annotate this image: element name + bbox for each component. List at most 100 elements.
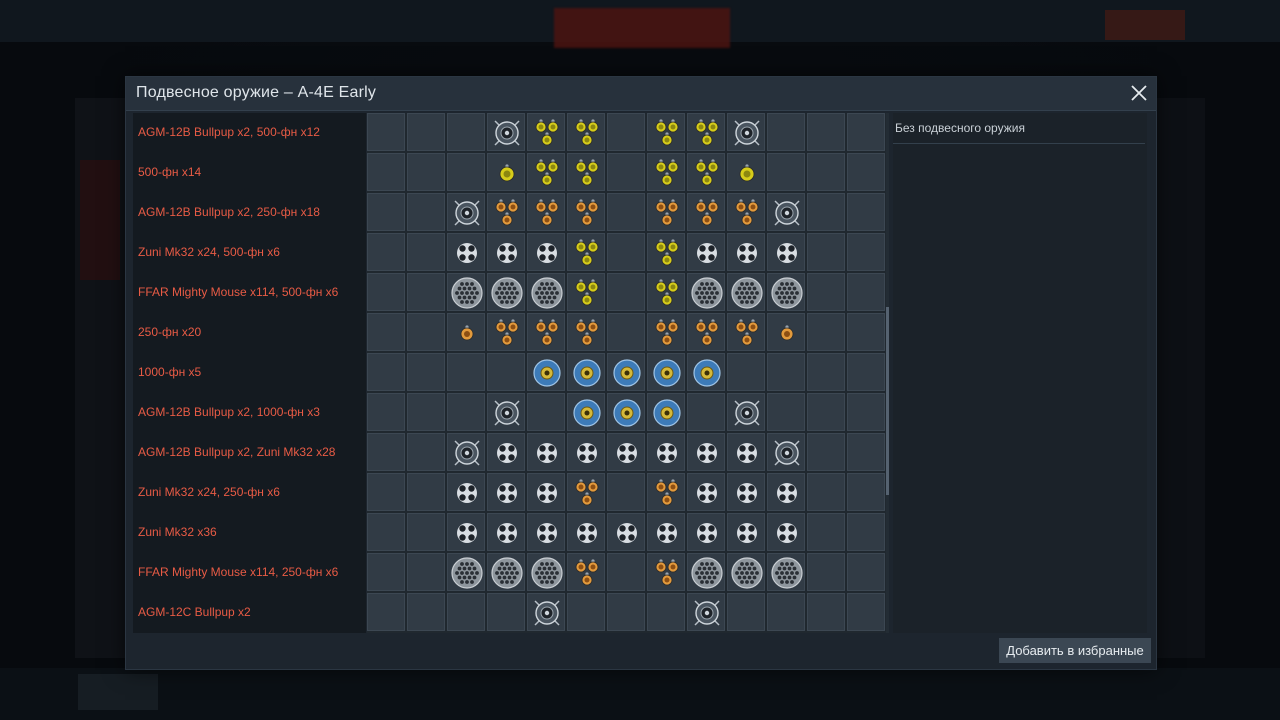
- pylon-slot[interactable]: [527, 193, 565, 231]
- pylon-slot[interactable]: [847, 393, 885, 431]
- pylon-slot[interactable]: [687, 513, 725, 551]
- pylon-slot[interactable]: [807, 593, 845, 631]
- pylon-slot[interactable]: [367, 233, 405, 271]
- pylon-slot[interactable]: [647, 553, 685, 591]
- pylon-slot[interactable]: [687, 273, 725, 311]
- pylon-slot[interactable]: [607, 433, 645, 471]
- pylon-slot[interactable]: [447, 113, 485, 151]
- pylon-slot[interactable]: [687, 313, 725, 351]
- pylon-slot[interactable]: [607, 153, 645, 191]
- pylon-slot[interactable]: [767, 193, 805, 231]
- pylon-slot[interactable]: [367, 153, 405, 191]
- pylon-slot[interactable]: [727, 313, 765, 351]
- add-to-favorites-button[interactable]: Добавить в избранные: [999, 638, 1151, 663]
- preset-row[interactable]: AGM-12B Bullpup x2, Zuni Mk32 x28: [133, 433, 366, 473]
- pylon-slot[interactable]: [807, 273, 845, 311]
- pylon-slot[interactable]: [847, 473, 885, 511]
- pylon-slot[interactable]: [727, 233, 765, 271]
- pylon-slot[interactable]: [487, 433, 525, 471]
- pylon-slot[interactable]: [367, 593, 405, 631]
- pylon-slot[interactable]: [607, 513, 645, 551]
- pylon-slot[interactable]: [687, 113, 725, 151]
- pylon-slot[interactable]: [407, 153, 445, 191]
- pylon-slot[interactable]: [687, 353, 725, 391]
- pylon-slot[interactable]: [567, 433, 605, 471]
- preset-row[interactable]: 500-фн x14: [133, 153, 366, 193]
- pylon-slot[interactable]: [567, 153, 605, 191]
- pylon-slot[interactable]: [767, 593, 805, 631]
- pylon-slot[interactable]: [767, 153, 805, 191]
- pylon-slot[interactable]: [487, 193, 525, 231]
- pylon-slot[interactable]: [527, 393, 565, 431]
- pylon-slot[interactable]: [447, 473, 485, 511]
- pylon-slot[interactable]: [727, 513, 765, 551]
- pylon-slot[interactable]: [687, 593, 725, 631]
- pylon-slot[interactable]: [647, 153, 685, 191]
- pylon-slot[interactable]: [567, 593, 605, 631]
- pylon-slot[interactable]: [407, 433, 445, 471]
- pylon-slot[interactable]: [847, 513, 885, 551]
- pylon-slot[interactable]: [567, 393, 605, 431]
- pylon-slot[interactable]: [807, 473, 845, 511]
- pylon-slot[interactable]: [767, 233, 805, 271]
- pylon-slot[interactable]: [487, 593, 525, 631]
- pylon-slot[interactable]: [847, 593, 885, 631]
- preset-row[interactable]: Zuni Mk32 x24, 250-фн x6: [133, 473, 366, 513]
- pylon-slot[interactable]: [807, 153, 845, 191]
- pylon-slot[interactable]: [727, 473, 765, 511]
- pylon-slot[interactable]: [527, 473, 565, 511]
- scrollbar-thumb[interactable]: [886, 307, 889, 495]
- pylon-slot[interactable]: [407, 473, 445, 511]
- pylon-slot[interactable]: [567, 473, 605, 511]
- pylon-slot[interactable]: [807, 433, 845, 471]
- pylon-slot[interactable]: [607, 113, 645, 151]
- preset-row[interactable]: AGM-12B Bullpup x2, 250-фн x18: [133, 193, 366, 233]
- pylon-slot[interactable]: [687, 233, 725, 271]
- pylon-slot[interactable]: [567, 113, 605, 151]
- pylon-slot[interactable]: [767, 433, 805, 471]
- pylon-slot[interactable]: [407, 273, 445, 311]
- pylon-slot[interactable]: [487, 313, 525, 351]
- pylon-slot[interactable]: [687, 393, 725, 431]
- pylon-slot[interactable]: [407, 313, 445, 351]
- pylon-slot[interactable]: [527, 233, 565, 271]
- pylon-slot[interactable]: [367, 273, 405, 311]
- pylon-slot[interactable]: [487, 113, 525, 151]
- pylon-slot[interactable]: [447, 273, 485, 311]
- pylon-slot[interactable]: [567, 313, 605, 351]
- pylon-slot[interactable]: [847, 433, 885, 471]
- preset-row[interactable]: Zuni Mk32 x24, 500-фн x6: [133, 233, 366, 273]
- pylon-slot[interactable]: [447, 153, 485, 191]
- pylon-slot[interactable]: [727, 433, 765, 471]
- preset-row[interactable]: 1000-фн x5: [133, 353, 366, 393]
- preset-row[interactable]: AGM-12B Bullpup x2, 1000-фн x3: [133, 393, 366, 433]
- pylon-slot[interactable]: [767, 393, 805, 431]
- pylon-slot[interactable]: [367, 353, 405, 391]
- pylon-slot[interactable]: [847, 113, 885, 151]
- pylon-slot[interactable]: [367, 393, 405, 431]
- pylon-slot[interactable]: [447, 353, 485, 391]
- pylon-slot[interactable]: [447, 393, 485, 431]
- pylon-slot[interactable]: [807, 553, 845, 591]
- pylon-slot[interactable]: [767, 553, 805, 591]
- pylon-slot[interactable]: [647, 513, 685, 551]
- pylon-slot[interactable]: [487, 273, 525, 311]
- pylon-slot[interactable]: [647, 193, 685, 231]
- pylon-slot[interactable]: [487, 473, 525, 511]
- pylon-slot[interactable]: [407, 193, 445, 231]
- pylon-slot[interactable]: [567, 553, 605, 591]
- pylon-slot[interactable]: [407, 513, 445, 551]
- pylon-slot[interactable]: [847, 233, 885, 271]
- pylon-slot[interactable]: [407, 353, 445, 391]
- close-button[interactable]: [1128, 82, 1150, 104]
- pylon-slot[interactable]: [447, 313, 485, 351]
- pylon-slot[interactable]: [367, 553, 405, 591]
- pylon-slot[interactable]: [647, 353, 685, 391]
- pylon-slot[interactable]: [527, 513, 565, 551]
- pylon-slot[interactable]: [807, 233, 845, 271]
- pylon-slot[interactable]: [447, 553, 485, 591]
- pylon-slot[interactable]: [407, 553, 445, 591]
- pylon-slot[interactable]: [367, 193, 405, 231]
- pylon-slot[interactable]: [407, 233, 445, 271]
- pylon-slot[interactable]: [727, 193, 765, 231]
